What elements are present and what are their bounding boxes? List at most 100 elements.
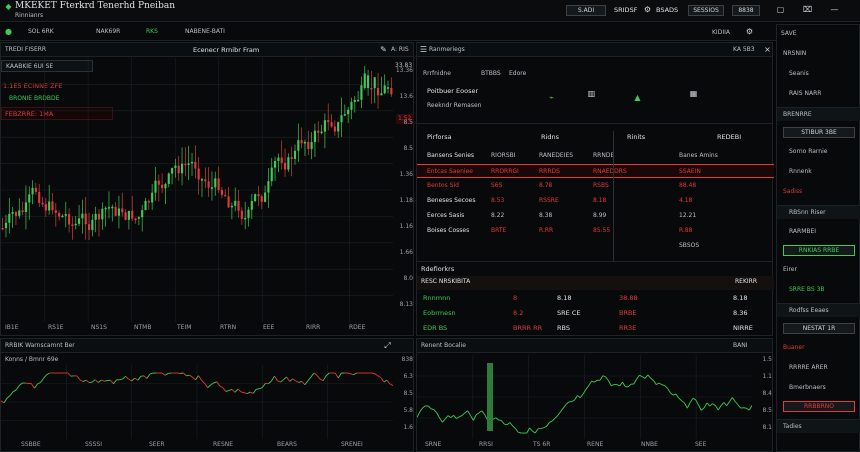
series-segment <box>256 388 260 390</box>
table-row[interactable]: Eobrmesn 8.2 SRE CE BRBE 8.36 <box>417 307 774 321</box>
bottom-mid-tab[interactable]: Renent Bocalie <box>421 343 466 349</box>
sidebar-item[interactable]: RARMBEI <box>777 225 860 239</box>
chart-mini-icon-2[interactable]: ▥ <box>587 89 596 98</box>
sidebar-item[interactable]: Sorno Rarnie <box>777 145 860 159</box>
sidebar-item-label: RBSnn Riser <box>789 209 826 216</box>
sub-tab-2[interactable]: BTBBS <box>481 71 501 77</box>
candle-body <box>237 200 240 211</box>
chart-mini-icon-3[interactable]: ▲ <box>633 93 642 102</box>
market-tab[interactable]: Ranmeriegs <box>429 47 465 53</box>
sidebar-item[interactable]: NRSNIN <box>777 47 860 61</box>
topbar-button-5[interactable]: 8838 <box>732 5 760 16</box>
expand-icon[interactable]: ⤢ <box>383 341 392 350</box>
bottom-left-tab[interactable]: RRBIK Warnscamnt Ber <box>5 343 75 349</box>
tab-2[interactable]: NAK69R <box>96 29 120 35</box>
candle-body <box>257 194 260 197</box>
sidebar-item[interactable]: Sadiss <box>777 185 860 199</box>
y-tick: 8.4 <box>762 390 772 397</box>
topbar-label[interactable]: SRIDSF <box>614 7 637 14</box>
series-segment <box>243 392 248 395</box>
sidebar-item[interactable]: RAIS NARR <box>777 87 860 101</box>
table-cell: 8.2 <box>513 309 524 317</box>
sidebar-item[interactable]: Rnnenk <box>777 165 860 179</box>
sidebar-item[interactable]: Eirer <box>777 263 860 277</box>
bottom-mid-line-chart[interactable] <box>417 355 752 439</box>
candle-body <box>283 162 287 170</box>
table-cell: RRORRGI <box>491 168 519 175</box>
tab-4[interactable]: NABENE-BATI <box>185 29 225 35</box>
close-panel-icon[interactable]: × <box>763 45 772 54</box>
chart-mini-icon-1[interactable]: ⌁ <box>547 93 556 102</box>
candle-body <box>8 213 11 223</box>
y-tick: 1.6 <box>403 424 413 431</box>
series-segment <box>128 378 132 382</box>
table-cell: 8.18 <box>593 197 607 204</box>
sidebar-item[interactable]: SRRE BS 3B <box>777 283 860 297</box>
table-row[interactable]: Beneses Secoes 8.53 RSSRE 8.18 4.18 <box>417 194 774 208</box>
series-segment <box>472 414 477 421</box>
sidebar-item[interactable]: Tadies <box>777 419 860 433</box>
sidebar-item[interactable]: Buaner <box>777 341 860 355</box>
topbar-button-4[interactable]: SESSIOS <box>688 5 724 16</box>
sidebar-item-label: Tadies <box>783 423 802 430</box>
series-segment <box>134 377 139 381</box>
series-segment <box>82 379 87 382</box>
candle-body <box>54 210 57 213</box>
main-chart-tab[interactable]: TREDI FISERR <box>5 47 46 53</box>
chart-mini-icon-4[interactable]: ▦ <box>689 89 698 98</box>
sub-tab-3[interactable]: Edore <box>509 71 526 77</box>
series-segment <box>737 404 742 409</box>
candle-body <box>367 75 370 88</box>
series-segment <box>689 398 694 404</box>
table-row[interactable]: Rnnmnn 8 8.18 38.88 8.18 <box>417 292 774 306</box>
table-row[interactable]: Bentos Sid S6S 8.78 RSBS 88.48 <box>417 179 774 193</box>
table-row[interactable]: Eerces Sasis 8.22 8.38 8.99 12.21 <box>417 209 774 223</box>
candle-body <box>107 207 111 209</box>
sidebar-button[interactable]: RRBBRNO <box>783 401 855 412</box>
tab-3[interactable]: RKS <box>146 29 158 35</box>
table-row[interactable]: SBSOS <box>417 239 774 253</box>
sidebar-button[interactable]: RNKIAS RRBE <box>783 245 855 256</box>
sidebar-item[interactable]: RBSnn Riser <box>777 205 860 219</box>
table-cell: SBSOS <box>679 242 700 249</box>
sidebar-button[interactable]: STIBUR 3BE <box>783 127 855 138</box>
bottom-left-line-chart[interactable] <box>1 365 393 439</box>
sidebar-item[interactable]: Bmerbnaers <box>777 381 860 395</box>
window-restore-icon[interactable]: ▢ <box>776 5 785 14</box>
topbar-label-2[interactable]: BSADS <box>656 7 678 14</box>
sidebar-item[interactable]: RRRRE ARER <box>777 361 860 375</box>
window-minimize-icon[interactable]: — <box>830 5 839 14</box>
table-row[interactable]: Bansens Senies RIORSBI RANEDEIES RRNDE Banes… <box>417 149 774 163</box>
bottom-left-header: RRBIK Warnscamnt Ber ⤢ <box>1 339 413 353</box>
sidebar-item[interactable]: BRENRRE <box>777 107 860 121</box>
list-icon[interactable]: ☰ <box>419 45 428 54</box>
topbar-button-1[interactable]: S.ADI <box>566 5 606 16</box>
sub-tab-1[interactable]: Rrrfnidne <box>423 71 451 77</box>
pencil-icon[interactable]: ✎ <box>379 45 388 54</box>
workspace-tabs: ● SOL 6RK NAK69R RKS NABENE-BATI KIDIIA … <box>0 23 778 41</box>
main-candlestick-chart[interactable] <box>1 58 393 322</box>
table-row[interactable]: EDR BS BRRR RR RBS RR3E NIRRE <box>417 322 774 336</box>
table-cell: 85.55 <box>593 227 611 234</box>
series-segment <box>204 383 209 388</box>
table-cell: 8.36 <box>733 309 748 317</box>
sidebar-item[interactable]: Rodfss Eeaes <box>777 303 860 317</box>
table-row[interactable]: Entcas Saeniee RRORRGI RRRDS RNAEDDRS SSAEIN <box>417 164 774 178</box>
main-x-tick: RTRN <box>220 324 237 331</box>
series-segment <box>213 381 217 384</box>
series-segment <box>6 395 11 399</box>
table-row[interactable]: Boises Cosses BRTE R.RR 85.55 R.88 <box>417 224 774 238</box>
series-segment <box>664 385 668 389</box>
series-segment <box>706 402 711 407</box>
settings-icon[interactable]: ⚙ <box>643 5 652 14</box>
sidebar-item[interactable]: Seanis <box>777 67 860 81</box>
gear-small-icon[interactable]: ⚙ <box>745 27 754 36</box>
sidebar-button[interactable]: NESTAT 1R <box>783 323 855 334</box>
candle-body <box>376 88 380 96</box>
right-header-left[interactable]: KIDIIA <box>712 30 730 36</box>
sidebar-item-label: Buaner <box>783 344 805 351</box>
tab-1[interactable]: SOL 6RK <box>28 29 54 35</box>
sidebar-item-label: Seanis <box>789 70 809 77</box>
table-cell: BRBE <box>619 309 637 317</box>
window-close-icon[interactable]: ⌧ <box>803 5 812 14</box>
